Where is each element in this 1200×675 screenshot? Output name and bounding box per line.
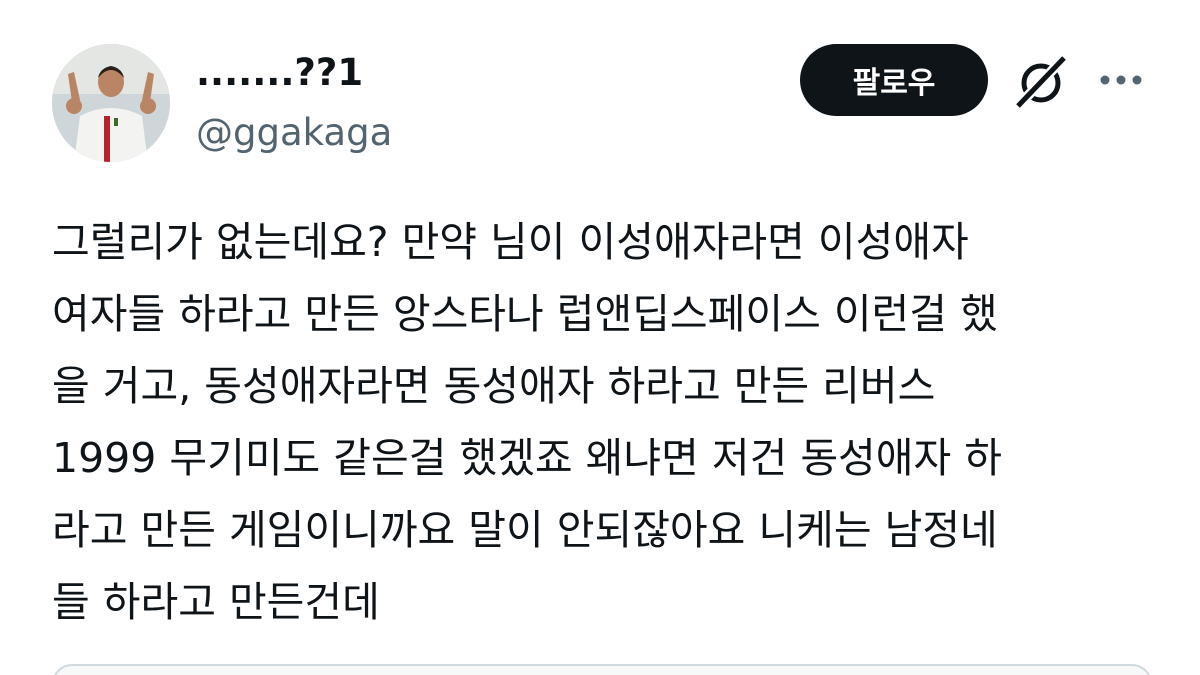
quoted-card[interactable] — [52, 664, 1152, 675]
avatar-photo — [52, 44, 170, 162]
tweet-text-line: 여자들 하라고 만든 앙스타나 럽앤딥스페이스 이런걸 했 — [52, 290, 998, 338]
user-handle[interactable]: @ggakaga — [196, 110, 392, 156]
tweet-text: 그럴리가 없는데요? 만약 님이 이성애자라면 이성애자 여자들 하라고 만든 … — [52, 206, 1162, 638]
avatar[interactable] — [52, 44, 170, 162]
tweet-text-line: 라고 만든 게임이니까요 말이 안되잖아요 니케는 남정네 — [52, 506, 998, 554]
follow-button[interactable]: 팔로우 — [800, 44, 988, 116]
grok-icon[interactable] — [1012, 52, 1070, 110]
more-icon[interactable] — [1098, 70, 1144, 90]
tweet-text-line: 1999 무기미도 같은걸 했겠죠 왜냐면 저건 동성애자 하 — [52, 434, 1002, 482]
tweet-text-line: 을 거고, 동성애자라면 동성애자 하라고 만든 리버스 — [52, 362, 936, 410]
tweet-text-line: 들 하라고 만든건데 — [52, 578, 380, 626]
tweet-text-line: 그럴리가 없는데요? 만약 님이 이성애자라면 이성애자 — [52, 218, 969, 266]
display-name[interactable]: .......??1 — [196, 50, 363, 96]
tweet: .......??1 @ggakaga 팔로우 그럴리가 없는데요? 만약 님이… — [0, 0, 1200, 675]
